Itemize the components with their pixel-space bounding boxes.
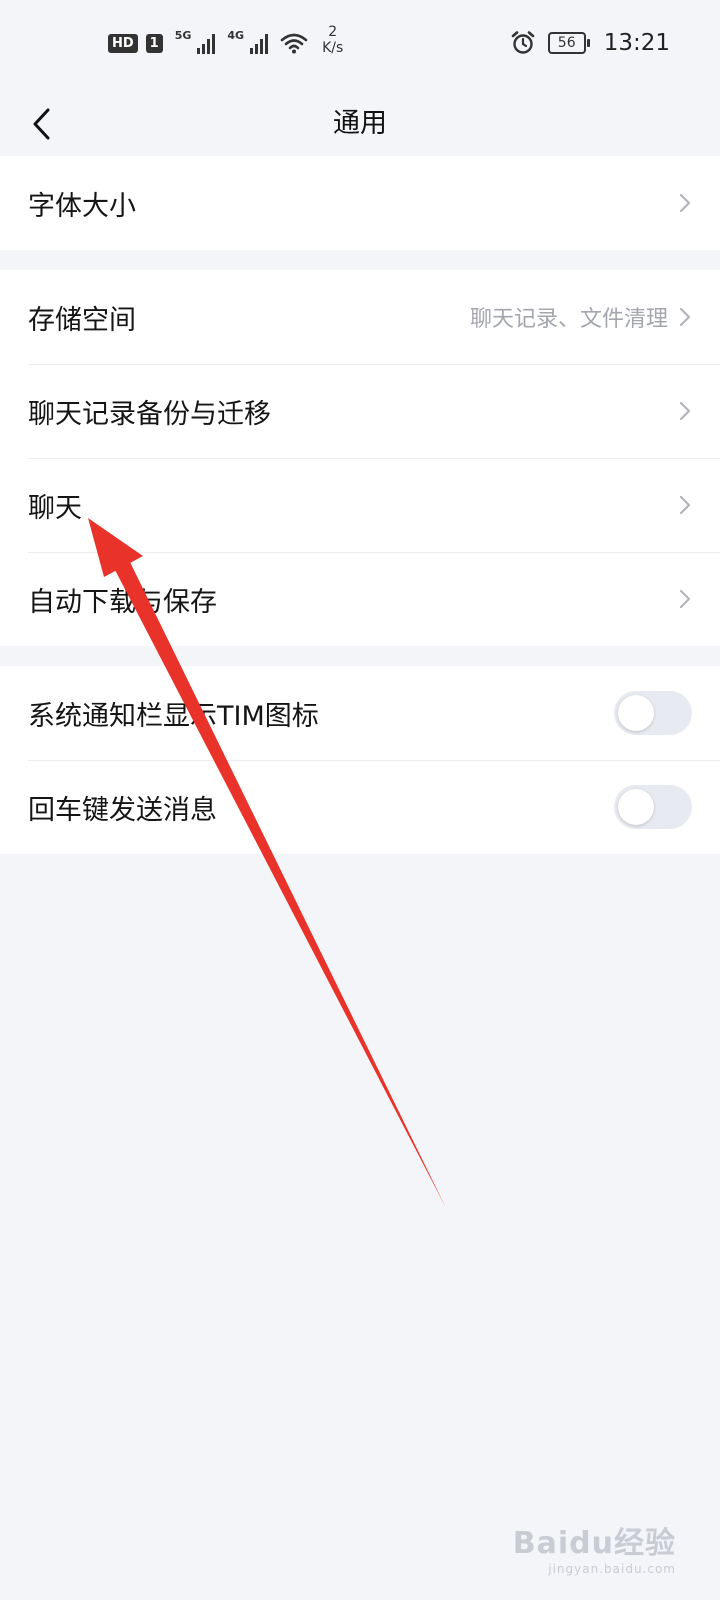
setting-label: 存储空间	[28, 304, 136, 336]
signal-icon	[250, 32, 269, 54]
battery-icon: 56	[547, 32, 590, 54]
toggle-knob	[618, 695, 654, 731]
setting-storage-space[interactable]: 存储空间 聊天记录、文件清理	[0, 270, 720, 364]
arrow-shaft	[114, 560, 446, 1208]
settings-group-display: 字体大小	[0, 156, 720, 250]
hd-badge: HD	[108, 33, 138, 53]
setting-value: 聊天记录、文件清理	[469, 307, 668, 332]
chevron-right-icon	[678, 494, 692, 516]
chevron-right-icon	[678, 588, 692, 610]
alarm-icon	[510, 30, 536, 56]
speed-unit: K/s	[322, 40, 344, 56]
screen: HD 1 5G 4G 2 K/s 56 13:21 通用 字体大小 存储空间 聊…	[0, 0, 720, 1600]
wifi-icon	[280, 32, 308, 54]
network-speed: 2 K/s	[322, 24, 343, 56]
setting-label: 回车键发送消息	[28, 794, 217, 826]
setting-label: 系统通知栏显示TIM图标	[28, 700, 319, 732]
settings-group-storage: 存储空间 聊天记录、文件清理 聊天记录备份与迁移 聊天 自动下载与保存	[0, 270, 720, 646]
setting-auto-download[interactable]: 自动下载与保存	[0, 552, 720, 646]
toggle-knob	[618, 789, 654, 825]
watermark: Baidu经验 jingyan.baidu.com	[513, 1518, 676, 1576]
watermark-url: jingyan.baidu.com	[548, 1562, 676, 1576]
sim-badge: 1	[145, 33, 163, 53]
setting-chat-backup[interactable]: 聊天记录备份与迁移	[0, 364, 720, 458]
status-right: 56 13:21	[510, 30, 670, 56]
setting-label: 字体大小	[28, 190, 136, 222]
setting-enter-send: 回车键发送消息	[0, 760, 720, 854]
watermark-brand: Baidu经验	[512, 1526, 676, 1561]
setting-label: 自动下载与保存	[28, 586, 217, 618]
settings-group-switches: 系统通知栏显示TIM图标 回车键发送消息	[0, 666, 720, 854]
chevron-right-icon	[678, 306, 692, 328]
signal-icon	[197, 32, 216, 54]
status-left: HD 1 5G 4G 2 K/s	[108, 24, 343, 56]
chevron-right-icon	[678, 192, 692, 214]
chevron-right-icon	[678, 400, 692, 422]
status-bar: HD 1 5G 4G 2 K/s 56 13:21	[0, 0, 720, 92]
network-type-2: 4G	[227, 28, 245, 42]
speed-value: 2	[328, 24, 338, 40]
setting-label: 聊天记录备份与迁移	[28, 398, 271, 430]
nav-header: 通用	[0, 92, 720, 156]
notification-icon-toggle[interactable]	[614, 691, 692, 735]
page-title: 通用	[333, 108, 387, 139]
enter-send-toggle[interactable]	[614, 785, 692, 829]
setting-font-size[interactable]: 字体大小	[0, 156, 720, 250]
setting-label: 聊天	[28, 492, 82, 524]
setting-notification-icon: 系统通知栏显示TIM图标	[0, 666, 720, 760]
clock-time: 13:21	[603, 30, 670, 56]
network-type-1: 5G	[174, 28, 192, 42]
setting-chat[interactable]: 聊天	[0, 458, 720, 552]
